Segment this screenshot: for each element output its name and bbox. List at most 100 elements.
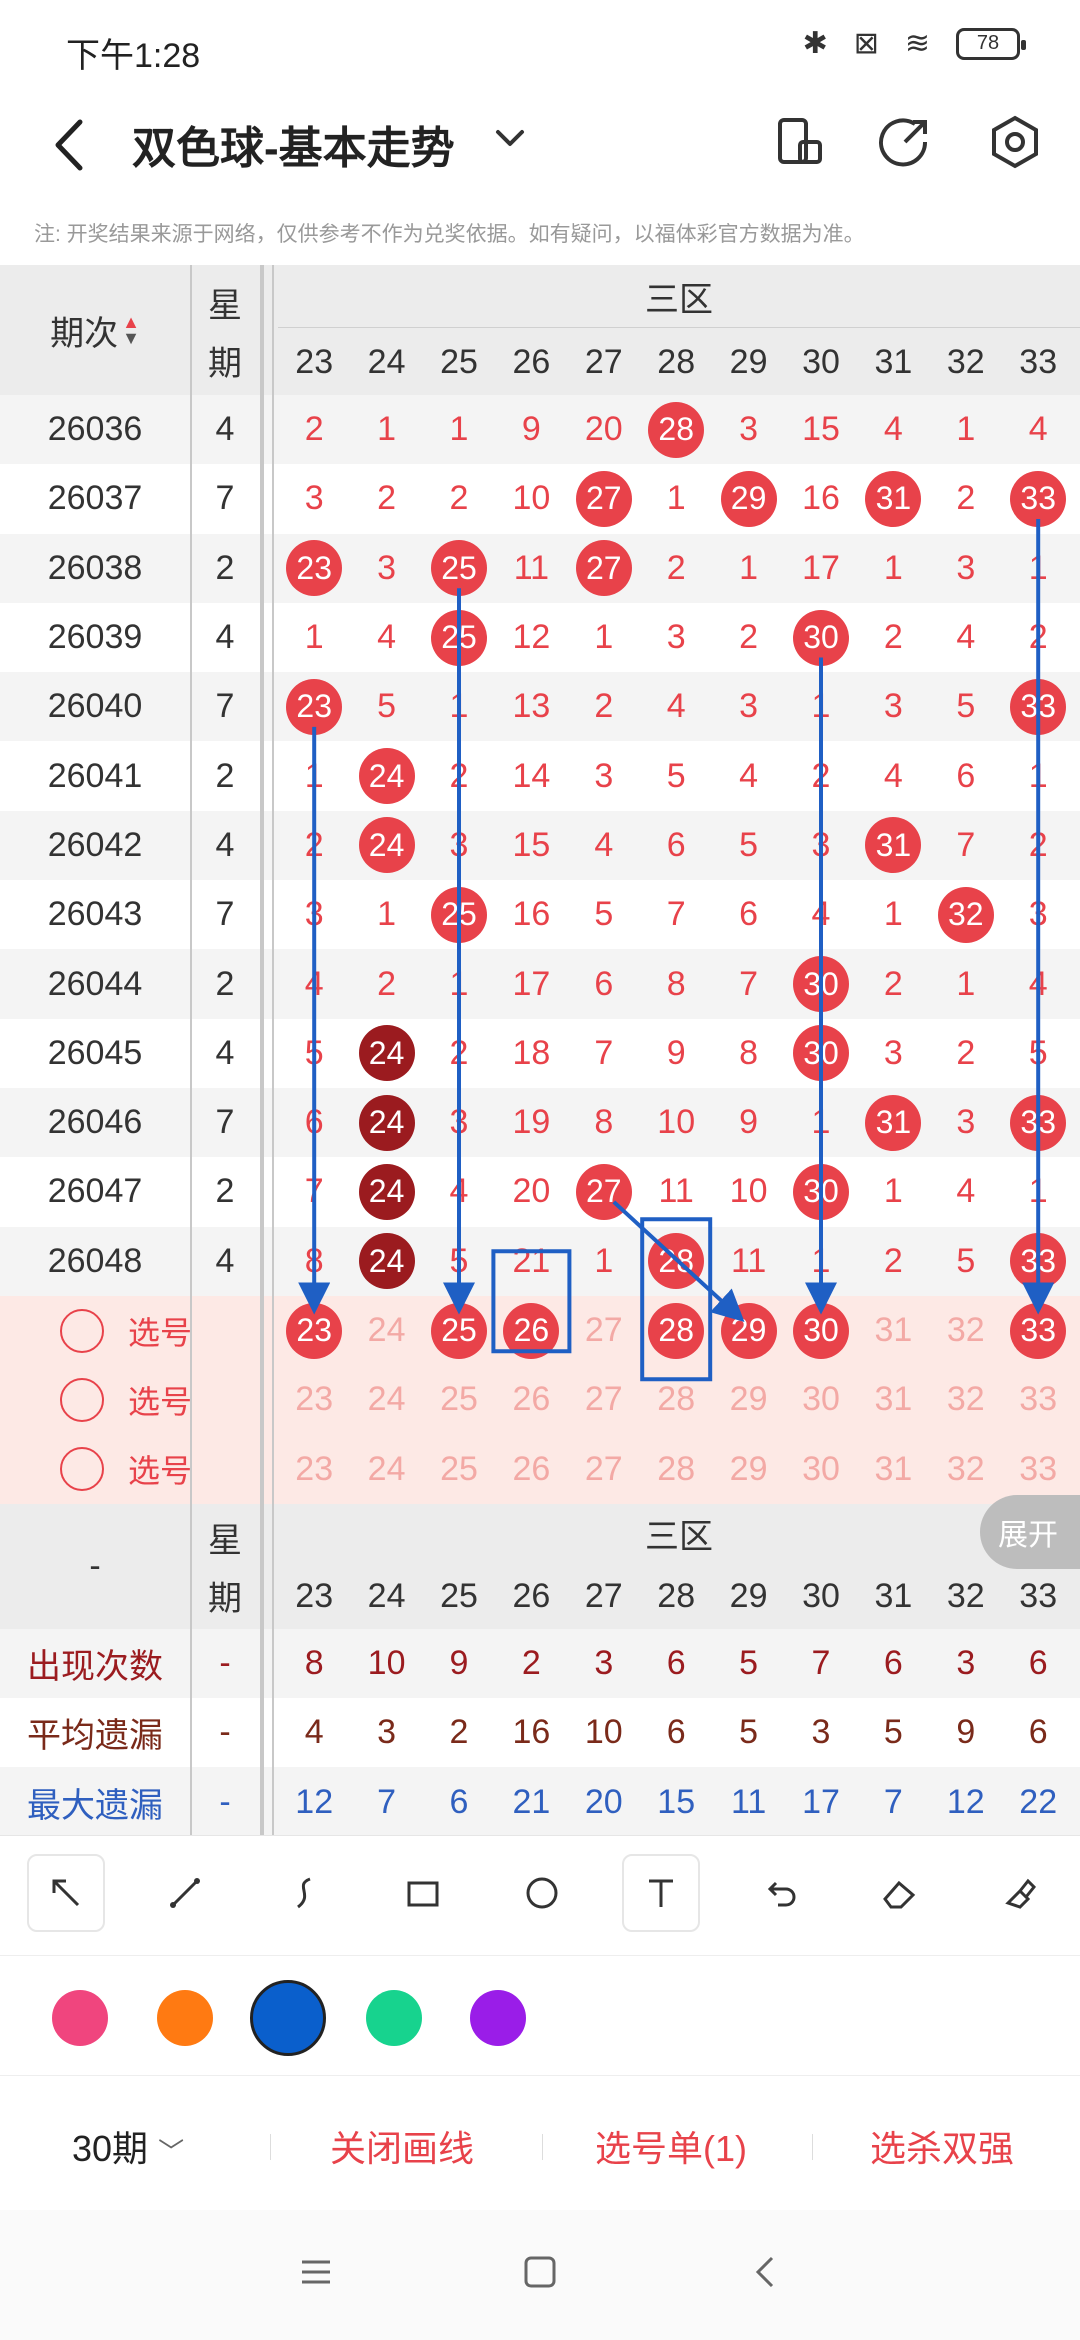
pick-cell[interactable]: 24 <box>350 1365 422 1434</box>
omission-cell: 15 <box>802 410 840 449</box>
pick-cell[interactable]: 33 <box>1002 1435 1074 1504</box>
rect-tool-icon <box>407 1881 439 1907</box>
divider <box>812 2134 813 2160</box>
picked-ball[interactable]: 28 <box>648 1302 705 1359</box>
undo-button[interactable] <box>741 1854 819 1932</box>
stats-week-2: 期 <box>208 1579 242 1618</box>
color-swatch[interactable] <box>157 1990 213 2046</box>
circle-tool-button[interactable] <box>503 1854 581 1932</box>
omission-cell: 10 <box>729 1172 768 1211</box>
picked-ball[interactable]: 26 <box>503 1302 560 1359</box>
pick-cell[interactable]: 32 <box>930 1296 1002 1365</box>
pick-cell[interactable]: 31 <box>857 1365 929 1434</box>
pick-cell[interactable]: 27 <box>568 1365 640 1434</box>
picked-ball[interactable]: 29 <box>720 1302 777 1359</box>
omission-cell: 7 <box>956 825 976 864</box>
pick-radio[interactable] <box>60 1447 104 1492</box>
color-swatch[interactable] <box>366 1990 422 2046</box>
omission-cell: 11 <box>658 1172 694 1211</box>
arrow-tool-button[interactable] <box>27 1854 105 1932</box>
picked-ball[interactable]: 23 <box>286 1302 343 1359</box>
rotate-screen-icon[interactable] <box>770 112 830 172</box>
omission-cell: 2 <box>739 618 759 657</box>
number-ball: 30 <box>793 1163 849 1220</box>
pick-cell[interactable]: 27 <box>568 1435 640 1504</box>
omission-cell: 1 <box>811 1103 831 1142</box>
clear-button[interactable] <box>979 1854 1057 1932</box>
omission-cell: 4 <box>883 410 903 449</box>
chevron-down-icon[interactable] <box>490 118 530 158</box>
close-lines-button[interactable]: 关闭画线 <box>330 2120 474 2172</box>
stats-column-header: 32 <box>946 1577 985 1616</box>
pick-cell[interactable]: 27 <box>568 1296 640 1365</box>
stats-week: - <box>219 1643 231 1682</box>
chevron-down-icon: ﹀ <box>158 2137 185 2167</box>
pick-cell[interactable]: 25 <box>423 1435 495 1504</box>
omission-cell: 2 <box>666 548 686 587</box>
week-cell: 7 <box>215 895 235 934</box>
pick-cell[interactable]: 29 <box>712 1435 784 1504</box>
omission-cell: 18 <box>512 1033 551 1072</box>
settings-icon[interactable] <box>985 112 1045 172</box>
app-bar: 双色球-基本走势 <box>0 96 1080 192</box>
line-tool-button[interactable] <box>146 1854 224 1932</box>
color-swatch[interactable] <box>470 1990 526 2046</box>
picked-ball[interactable]: 30 <box>793 1302 849 1359</box>
omission-cell: 4 <box>377 618 397 657</box>
pick-cell[interactable]: 26 <box>495 1435 567 1504</box>
stats-week: - <box>219 1713 231 1752</box>
number-ball: 30 <box>793 609 849 666</box>
number-ball: 31 <box>865 1094 922 1151</box>
pick-cell[interactable]: 25 <box>423 1365 495 1434</box>
pick-cell[interactable]: 31 <box>857 1296 929 1365</box>
period-column-header[interactable]: 期次 ▲ ▼ <box>0 265 190 395</box>
pick-cell[interactable]: 30 <box>785 1365 857 1434</box>
menu-icon[interactable] <box>298 2254 334 2290</box>
home-icon[interactable] <box>522 2254 558 2290</box>
color-swatch[interactable] <box>52 1990 108 2046</box>
pick-radio[interactable] <box>60 1308 104 1353</box>
stats-value: 7 <box>377 1782 397 1821</box>
pick-cell[interactable]: 26 <box>495 1365 567 1434</box>
omission-cell: 16 <box>512 895 551 934</box>
period-cell: 26043 <box>47 895 143 934</box>
omission-cell: 5 <box>304 1033 324 1072</box>
pick-cell[interactable]: 24 <box>350 1296 422 1365</box>
period-cell: 26046 <box>47 1103 143 1142</box>
pick-radio[interactable] <box>60 1377 104 1422</box>
pick-cell[interactable]: 28 <box>640 1365 712 1434</box>
period-selector[interactable]: 30期 ﹀ <box>72 2120 184 2172</box>
pick-cell[interactable]: 23 <box>278 1435 350 1504</box>
color-swatch[interactable] <box>250 1980 326 2056</box>
pick-cell[interactable]: 28 <box>640 1435 712 1504</box>
pick-cell[interactable]: 29 <box>712 1365 784 1434</box>
trend-grid: 期次 ▲ ▼ 星期三区 23 24 25 26 27 28 29 30 31 32 33 26036 4 2 1 1 9… <box>0 265 1080 1835</box>
pick-cell[interactable]: 32 <box>930 1365 1002 1434</box>
omission-cell: 1 <box>666 479 686 518</box>
pick-cell[interactable]: 24 <box>350 1435 422 1504</box>
period-cell: 26042 <box>47 825 143 864</box>
rect-tool-button[interactable] <box>384 1854 462 1932</box>
bluetooth-icon: ✱ <box>802 27 828 60</box>
curve-tool-button[interactable] <box>265 1854 343 1932</box>
pick-cell[interactable]: 23 <box>278 1365 350 1434</box>
omission-cell: 9 <box>521 410 541 449</box>
pick-list-button[interactable]: 选号单(1) <box>595 2120 747 2172</box>
page-title[interactable]: 双色球-基本走势 <box>132 112 455 176</box>
omission-cell: 3 <box>1028 895 1048 934</box>
pick-cell[interactable]: 32 <box>930 1435 1002 1504</box>
omission-cell: 8 <box>594 1103 614 1142</box>
pick-cell[interactable]: 33 <box>1002 1365 1074 1434</box>
back-icon[interactable] <box>40 110 100 180</box>
pick-cell[interactable]: 30 <box>785 1435 857 1504</box>
kill-pick-button[interactable]: 选杀双强 <box>870 2120 1014 2172</box>
pick-cell[interactable]: 31 <box>857 1435 929 1504</box>
text-tool-button[interactable] <box>622 1854 700 1932</box>
eraser-button[interactable] <box>860 1854 938 1932</box>
week-cell: 4 <box>215 1241 235 1280</box>
expand-button[interactable]: 展开 <box>980 1495 1080 1569</box>
back-nav-icon[interactable] <box>748 2254 784 2290</box>
picked-ball[interactable]: 25 <box>431 1302 487 1359</box>
share-icon[interactable] <box>875 112 935 172</box>
picked-ball[interactable]: 33 <box>1010 1302 1067 1359</box>
